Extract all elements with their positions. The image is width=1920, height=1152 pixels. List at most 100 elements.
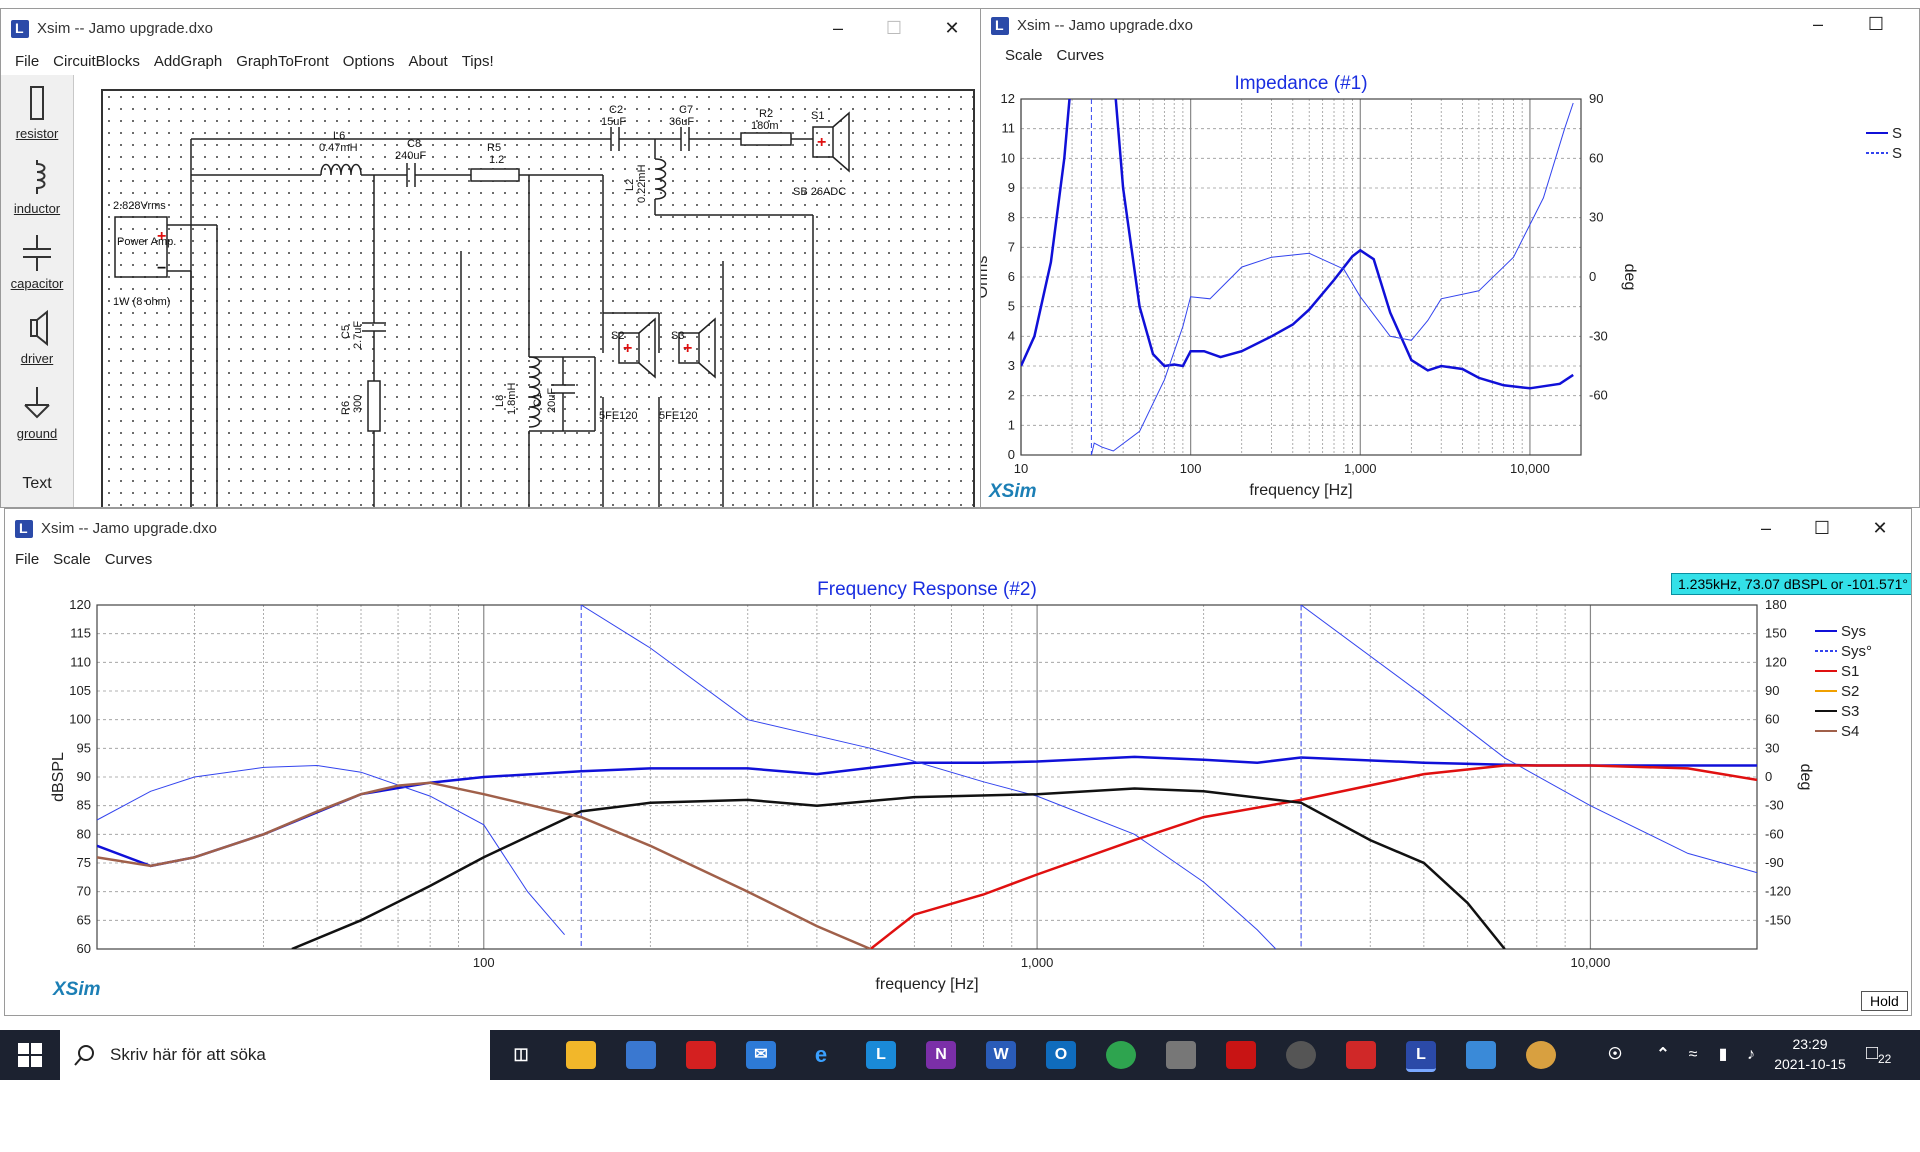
chevron-up-icon[interactable]: ⌃ (1648, 1041, 1678, 1069)
y2-tick-label: -120 (1765, 884, 1791, 899)
close-icon[interactable]: ✕ (1865, 517, 1895, 541)
s1-name: S1 (811, 110, 824, 122)
tool-driver[interactable]: driver (1, 308, 73, 366)
tool-resistor[interactable]: resistor (1, 83, 73, 141)
inductor-l2[interactable] (654, 158, 667, 200)
volume-icon[interactable]: ♪ (1736, 1041, 1766, 1069)
tool-inductor[interactable]: inductor (1, 158, 73, 216)
calculator-icon[interactable] (1166, 1041, 1196, 1069)
y-tick-label: 3 (1008, 358, 1015, 373)
people-icon[interactable]: ☉ (1600, 1041, 1630, 1069)
notification-count: 22 (1878, 1052, 1892, 1066)
menu-file[interactable]: File (15, 547, 39, 573)
maximize-icon[interactable]: ☐ (1807, 517, 1837, 541)
word-icon[interactable]: W (986, 1041, 1016, 1069)
capacitor-icon (23, 235, 51, 271)
x-tick-label: 1,000 (1344, 461, 1377, 476)
freq-menubar: File Scale Curves (5, 547, 1911, 573)
maximize-icon[interactable]: ☐ (1861, 13, 1891, 37)
xsim-logo: XSim (988, 481, 1037, 502)
freq-titlebar[interactable]: Xsim -- Jamo upgrade.dxo – ☐ ✕ (5, 509, 1911, 549)
app-l-icon[interactable]: L (866, 1041, 896, 1069)
inductor-l6[interactable] (320, 163, 362, 176)
y-axis-label: dBSPL (50, 752, 67, 802)
frequency-response-chart[interactable]: 120 115 110 105 100 95 90 85 80 75 70 65 60 180 150 120… (5, 575, 1912, 1015)
svg-text:−: − (157, 260, 166, 277)
resistor-r5[interactable] (470, 168, 520, 182)
circuit-canvas[interactable]: + + + + − 2.828Vrms Power Amp. 1W (8 ohm) L… (101, 89, 975, 507)
tool-ground[interactable]: ground (1, 383, 73, 441)
menu-circuitblocks[interactable]: CircuitBlocks (53, 49, 140, 75)
menu-tips[interactable]: Tips! (462, 49, 494, 75)
series-line-s1-2 (869, 764, 1757, 949)
xsim-taskbar-icon[interactable]: L (1406, 1041, 1436, 1072)
component-toolbox: resistor inductor capacitor driver groun… (1, 75, 74, 507)
y2-tick-label: 60 (1765, 712, 1779, 727)
acrobat-icon[interactable] (1226, 1041, 1256, 1069)
resistor-r6[interactable] (367, 380, 381, 432)
paint-icon[interactable] (1526, 1041, 1556, 1069)
source-name-label: Power Amp. (117, 236, 176, 248)
close-icon[interactable]: ✕ (937, 17, 967, 41)
mail-icon[interactable]: ✉ (746, 1041, 776, 1069)
r5-name: R5 (487, 142, 501, 154)
minimize-icon[interactable]: – (823, 17, 853, 41)
menu-scale[interactable]: Scale (53, 547, 91, 573)
chart-title: Impedance (#1) (1234, 73, 1367, 94)
tool-capacitor[interactable]: capacitor (1, 233, 73, 291)
resistor-r2[interactable] (740, 132, 792, 146)
impedance-menubar: Scale Curves (981, 43, 1919, 69)
onenote-icon[interactable]: N (926, 1041, 956, 1069)
menu-addgraph[interactable]: AddGraph (154, 49, 222, 75)
menu-scale[interactable]: Scale (1005, 43, 1043, 69)
maximize-icon[interactable]: ☐ (879, 17, 909, 41)
y2-tick-label: 0 (1589, 269, 1596, 284)
inductor-l8[interactable] (528, 356, 541, 428)
search-icon (74, 1045, 94, 1066)
s2-name: S2 (611, 330, 624, 342)
menu-curves[interactable]: Curves (1057, 43, 1105, 69)
frequency-window: Xsim -- Jamo upgrade.dxo – ☐ ✕ File Scale… (4, 508, 1912, 1016)
photos-icon[interactable] (1466, 1041, 1496, 1069)
impedance-chart[interactable]: 0123456789101112 9060300-30-6010 100 1,000 1… (981, 69, 1920, 508)
minimize-icon[interactable]: – (1751, 517, 1781, 541)
clock[interactable]: 23:29 2021-10-15 (1768, 1034, 1852, 1074)
taskbar-search-box[interactable]: Skriv här för att söka (60, 1030, 490, 1080)
y-axis-label: Ohms (981, 256, 991, 299)
y-tick-label: 110 (70, 654, 91, 669)
tool-text[interactable]: Text (1, 475, 73, 493)
menu-about[interactable]: About (409, 49, 448, 75)
wifi-icon[interactable]: ≈ (1678, 1041, 1708, 1069)
c5-name: C5 (340, 325, 352, 339)
menu-options[interactable]: Options (343, 49, 395, 75)
circuit-titlebar[interactable]: Xsim -- Jamo upgrade.dxo – ☐ ✕ (1, 9, 981, 49)
app-red-icon[interactable] (686, 1041, 716, 1069)
circuit-schematic: ++ ++ − 2.828Vrms Power Amp. 1W (8 ohm) L… (113, 104, 850, 507)
y-tick-label: 100 (69, 712, 91, 727)
outlook-icon[interactable]: O (1046, 1041, 1076, 1069)
s1-model: SB 26ADC (793, 186, 846, 198)
app-gray-icon[interactable] (1286, 1041, 1316, 1069)
r2-value: 180m (751, 120, 779, 132)
file-explorer-icon[interactable] (566, 1041, 596, 1069)
store-icon[interactable] (626, 1041, 656, 1069)
impedance-window: Xsim -- Jamo upgrade.dxo – ☐ Scale Curves… (980, 8, 1920, 508)
menu-graphtofront[interactable]: GraphToFront (236, 49, 329, 75)
app-shield-icon[interactable] (1346, 1041, 1376, 1069)
battery-icon[interactable]: ▮ (1708, 1041, 1738, 1069)
x-axis-label: frequency [Hz] (875, 976, 978, 993)
c8-value: 240uF (395, 150, 426, 162)
hold-button[interactable]: Hold (1861, 991, 1908, 1011)
menu-curves[interactable]: Curves (105, 547, 153, 573)
edge-icon[interactable]: e (806, 1041, 836, 1069)
y-tick-label: 75 (77, 855, 91, 870)
chrome-icon[interactable] (1106, 1041, 1136, 1069)
c5-value: 2.7uF (352, 321, 364, 349)
menu-file[interactable]: File (15, 49, 39, 75)
minimize-icon[interactable]: – (1803, 13, 1833, 37)
task-view-icon[interactable]: ◫ (506, 1041, 536, 1069)
windows-start-icon[interactable] (18, 1043, 42, 1067)
notifications-icon[interactable]: □ 22 (1866, 1042, 1896, 1068)
impedance-titlebar[interactable]: Xsim -- Jamo upgrade.dxo – ☐ (981, 9, 1919, 43)
y-tick-label: 9 (1008, 180, 1015, 195)
